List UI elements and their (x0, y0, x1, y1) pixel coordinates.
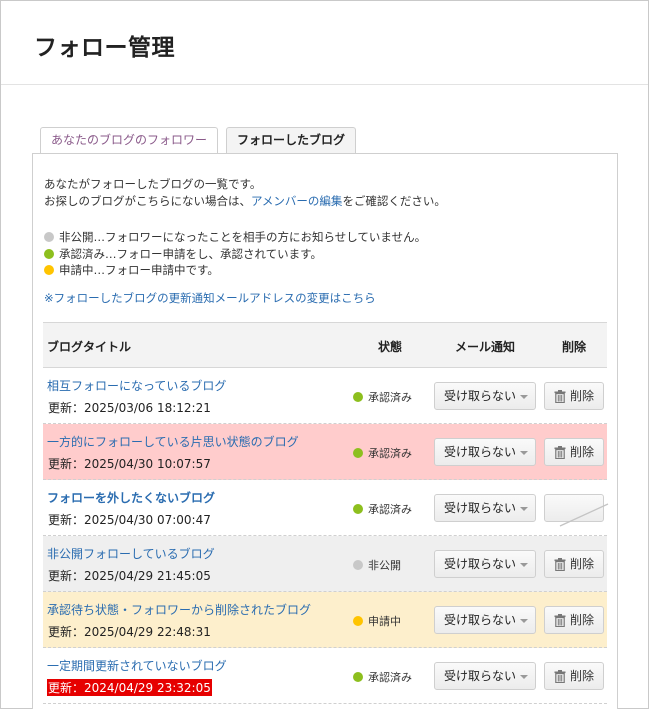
table-header: ブログタイトル 状態 メール通知 削除 (43, 323, 607, 368)
mail-notification-value: 受け取らない (444, 445, 517, 459)
delete-label: 削除 (570, 669, 595, 683)
delete-button-disabled (544, 494, 609, 527)
status-dot-icon (353, 616, 363, 626)
status-label: 申請中 (368, 615, 401, 628)
delete-label: 削除 (570, 613, 595, 627)
status-label: 承認済み (368, 503, 412, 516)
disabled-slash-icon (559, 503, 609, 527)
updated-timestamp: 更新：2024/04/29 23:32:05 (47, 679, 212, 696)
delete-button[interactable]: 削除 (544, 606, 604, 634)
intro-line-2-prefix: お探しのブログがこちらにない場合は、 (44, 194, 251, 208)
status-dot-icon (353, 504, 363, 514)
mail-notification-value: 受け取らない (444, 613, 517, 627)
legend-text: 申請中…フォロー申請中です。 (59, 263, 219, 277)
legend-item-approved: 承認済み…フォロー申請をし、承認されています。 (44, 246, 426, 263)
header-mail-notification: メール通知 (455, 340, 516, 354)
followed-blogs-table: ブログタイトル 状態 メール通知 削除 相互フォローになっているブログ 更新：20… (43, 322, 609, 704)
blog-title-link[interactable]: フォローを外したくないブログ (47, 489, 215, 506)
updated-timestamp: 更新：2025/04/30 10:07:57 (48, 457, 211, 471)
mail-notification-value: 受け取らない (444, 557, 517, 571)
table-row: 相互フォローになっているブログ 更新：2025/03/06 18:12:21 承認済… (43, 368, 607, 424)
caret-down-icon (520, 619, 528, 623)
green-dot-icon (44, 248, 54, 259)
caret-down-icon (520, 395, 528, 399)
delete-label: 削除 (570, 557, 595, 571)
mail-notification-dropdown[interactable]: 受け取らない (434, 550, 536, 578)
status-cell: 非公開 (353, 557, 401, 573)
yellow-dot-icon (44, 265, 54, 276)
status-dot-icon (353, 672, 363, 682)
intro-line-2: お探しのブログがこちらにない場合は、アメンバーの編集をご確認ください。 (44, 193, 446, 210)
delete-button[interactable]: 削除 (544, 550, 604, 578)
intro-text: あなたがフォローしたブログの一覧です。 お探しのブログがこちらにない場合は、アメ… (44, 176, 446, 210)
caret-down-icon (520, 507, 528, 511)
mail-notification-value: 受け取らない (444, 669, 517, 683)
tab-followers[interactable]: あなたのブログのフォロワー (40, 127, 218, 154)
legend-text: 非公開…フォロワーになったことを相手の方にお知らせしていません。 (59, 230, 427, 244)
status-label: 非公開 (368, 559, 401, 572)
blog-title-link[interactable]: 承認待ち状態・フォロワーから削除されたブログ (47, 601, 311, 618)
intro-line-2-suffix: をご確認ください。 (342, 194, 446, 208)
mail-notification-dropdown[interactable]: 受け取らない (434, 606, 536, 634)
status-cell: 承認済み (353, 389, 412, 405)
blog-title-link[interactable]: 相互フォローになっているブログ (47, 377, 226, 394)
status-label: 承認済み (368, 447, 412, 460)
intro-line-1: あなたがフォローしたブログの一覧です。 (44, 177, 262, 191)
table-row: 非公開フォローしているブログ 更新：2025/04/29 21:45:05 非公開 受… (43, 536, 607, 592)
status-cell: 承認済み (353, 501, 412, 517)
table-row: フォローを外したくないブログ 更新：2025/04/30 07:00:47 承認済み… (43, 480, 609, 536)
followed-blogs-panel: あなたがフォローしたブログの一覧です。 お探しのブログがこちらにない場合は、アメ… (32, 153, 618, 709)
delete-button[interactable]: 削除 (544, 438, 604, 466)
table-row: 承認待ち状態・フォロワーから削除されたブログ 更新：2025/04/29 22:4… (43, 592, 607, 648)
mail-notification-dropdown[interactable]: 受け取らない (434, 662, 536, 690)
status-label: 承認済み (368, 391, 412, 404)
header-status: 状態 (378, 340, 403, 354)
updated-timestamp: 更新：2025/04/30 07:00:47 (48, 513, 211, 527)
status-cell: 承認済み (353, 669, 412, 685)
status-label: 承認済み (368, 671, 412, 684)
page-header: フォロー管理 (1, 1, 648, 85)
updated-timestamp: 更新：2025/04/29 21:45:05 (48, 569, 211, 583)
email-change-link[interactable]: ※フォローしたブログの更新通知メールアドレスの変更はこちら (44, 290, 376, 306)
status-dot-icon (353, 560, 363, 570)
delete-label: 削除 (570, 445, 595, 459)
caret-down-icon (520, 563, 528, 567)
page-title: フォロー管理 (34, 35, 175, 61)
blog-title-link[interactable]: 一定期間更新されていないブログ (47, 657, 227, 674)
amember-edit-link[interactable]: アメンバーの編集 (251, 194, 342, 208)
legend-item-pending: 申請中…フォロー申請中です。 (44, 262, 426, 279)
tab-followed-blogs[interactable]: フォローしたブログ (226, 127, 356, 155)
legend-item-private: 非公開…フォロワーになったことを相手の方にお知らせしていません。 (44, 229, 426, 246)
status-dot-icon (353, 448, 363, 458)
table-row: 一方的にフォローしている片思い状態のブログ 更新：2025/04/30 10:07… (43, 424, 607, 480)
status-legend: 非公開…フォロワーになったことを相手の方にお知らせしていません。 承認済み…フォ… (44, 229, 426, 279)
delete-label: 削除 (570, 389, 595, 403)
status-dot-icon (353, 392, 363, 402)
delete-button[interactable]: 削除 (544, 382, 604, 410)
table-row: 一定期間更新されていないブログ 更新：2024/04/29 23:32:05 承認済… (43, 648, 607, 704)
caret-down-icon (520, 675, 528, 679)
blog-title-link[interactable]: 一方的にフォローしている片思い状態のブログ (47, 433, 299, 450)
caret-down-icon (520, 451, 528, 455)
table-body: 相互フォローになっているブログ 更新：2025/03/06 18:12:21 承認済… (43, 368, 609, 704)
status-cell: 申請中 (353, 613, 401, 629)
updated-timestamp: 更新：2025/03/06 18:12:21 (48, 401, 211, 415)
mail-notification-dropdown[interactable]: 受け取らない (434, 494, 536, 522)
header-blog-title: ブログタイトル (47, 340, 132, 354)
mail-notification-dropdown[interactable]: 受け取らない (434, 438, 536, 466)
mail-notification-value: 受け取らない (444, 501, 517, 515)
delete-button[interactable]: 削除 (544, 662, 604, 690)
legend-text: 承認済み…フォロー申請をし、承認されています。 (59, 246, 323, 261)
header-delete: 削除 (562, 340, 587, 354)
mail-notification-value: 受け取らない (444, 389, 517, 403)
status-cell: 承認済み (353, 445, 412, 461)
updated-timestamp: 更新：2025/04/29 22:48:31 (48, 625, 211, 639)
mail-notification-dropdown[interactable]: 受け取らない (434, 382, 536, 410)
blog-title-link[interactable]: 非公開フォローしているブログ (47, 545, 215, 562)
gray-dot-icon (44, 232, 54, 243)
